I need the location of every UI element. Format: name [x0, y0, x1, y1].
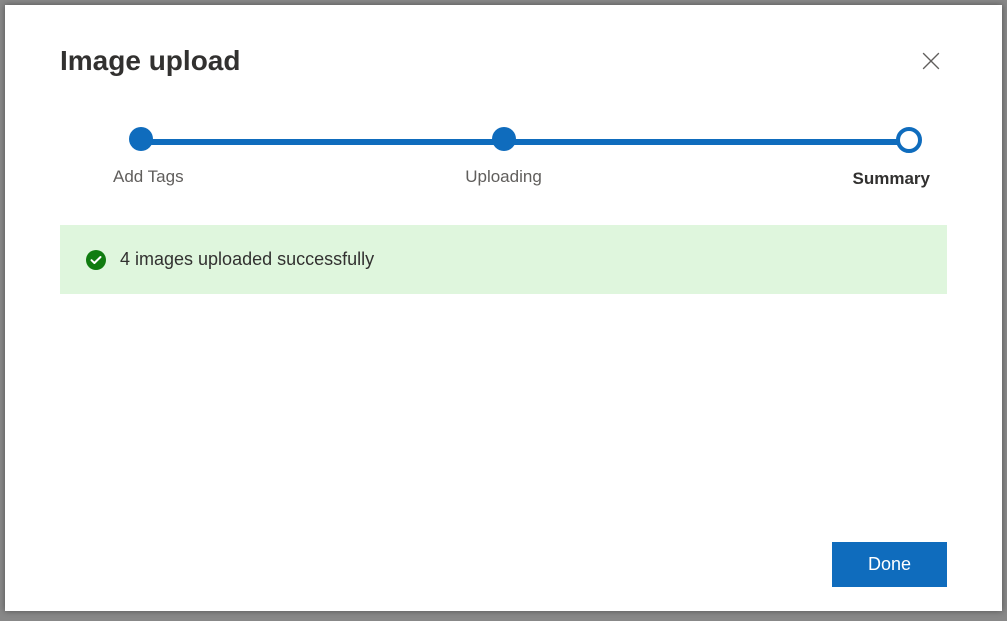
close-button[interactable] [915, 45, 947, 77]
done-button[interactable]: Done [832, 542, 947, 587]
step-dot-icon [492, 127, 516, 151]
modal-header: Image upload [5, 5, 1002, 97]
step-label: Summary [853, 169, 930, 189]
image-upload-modal: Image upload Add Tags Uploading Summary [5, 5, 1002, 611]
close-icon [922, 52, 940, 70]
modal-footer: Done [832, 542, 947, 587]
step-add-tags: Add Tags [77, 127, 217, 187]
step-summary: Summary [790, 127, 930, 189]
success-banner: 4 images uploaded successfully [60, 225, 947, 294]
progress-stepper: Add Tags Uploading Summary [77, 127, 930, 197]
step-dot-icon [129, 127, 153, 151]
success-check-icon [86, 250, 106, 270]
step-dot-icon [896, 127, 922, 153]
stepper-steps: Add Tags Uploading Summary [77, 127, 930, 189]
step-label: Uploading [465, 167, 542, 187]
step-uploading: Uploading [434, 127, 574, 187]
step-label: Add Tags [113, 167, 184, 187]
status-message: 4 images uploaded successfully [120, 249, 374, 270]
modal-title: Image upload [60, 45, 240, 77]
